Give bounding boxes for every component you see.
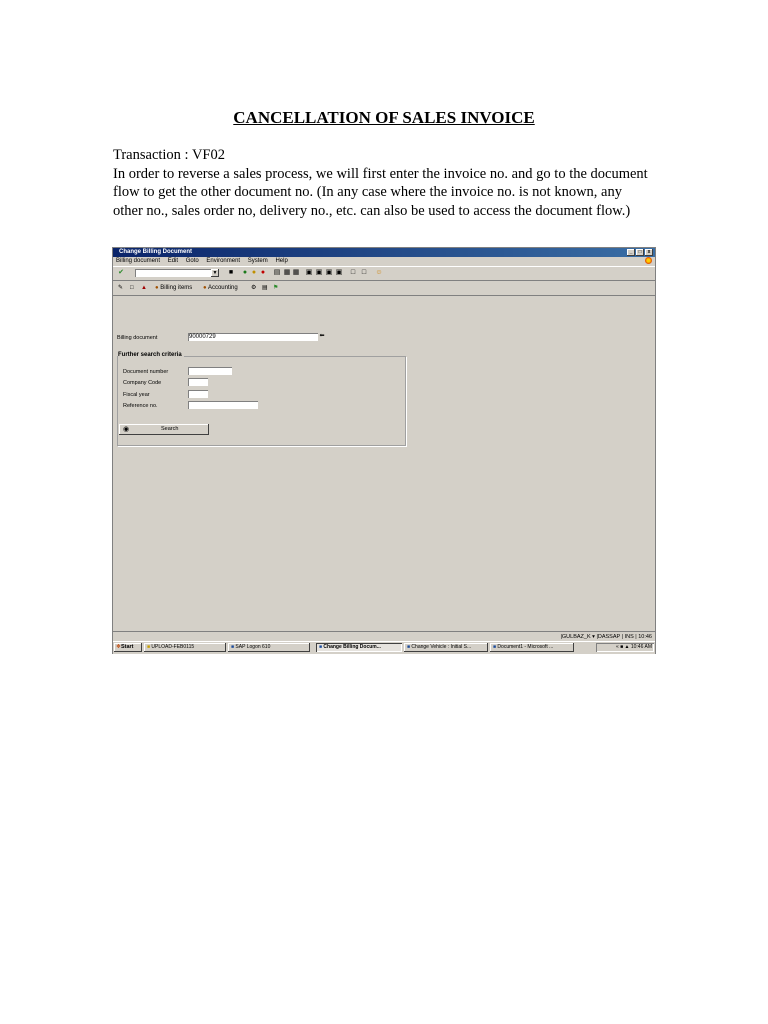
billing-items-label: Billing items bbox=[160, 285, 193, 291]
header-icon[interactable]: ▤ bbox=[262, 284, 268, 292]
tray-clock: 10:46 AM bbox=[630, 644, 652, 650]
matchcode-icon[interactable]: ⬅ bbox=[319, 332, 325, 341]
menu-environment[interactable]: Environment bbox=[206, 258, 240, 264]
close-button[interactable]: x bbox=[645, 249, 653, 256]
taskbar-item-upload[interactable]: ■ UPLOAD-FEB0115 bbox=[144, 643, 226, 652]
document-number-label: Document number bbox=[123, 369, 169, 375]
output-icon[interactable]: ⚙ bbox=[251, 284, 256, 292]
search-criteria-title: Further search criteria bbox=[118, 352, 184, 358]
billing-items-button[interactable]: ● Billing items bbox=[155, 284, 192, 292]
document-body: Transaction : VF02 In order to reverse a… bbox=[113, 146, 653, 220]
taskbar-item-change-billing[interactable]: ■ Change Billing Docum... bbox=[316, 643, 402, 652]
accounting-icon: ● bbox=[203, 285, 207, 291]
find-icon[interactable]: ▦ bbox=[283, 269, 291, 277]
print-icon[interactable]: ▤ bbox=[273, 269, 281, 277]
sap-menu-bar: Billing document Edit Goto Environment S… bbox=[113, 257, 655, 265]
document-icon[interactable]: □ bbox=[130, 284, 134, 292]
start-button[interactable]: ❖Start bbox=[114, 643, 142, 652]
sap-logon-icon: ■ bbox=[231, 644, 235, 650]
minimize-button[interactable]: _ bbox=[627, 249, 635, 256]
previous-page-icon[interactable]: ▣ bbox=[315, 269, 323, 277]
maximize-button[interactable]: □ bbox=[636, 249, 644, 256]
menu-goto[interactable]: Goto bbox=[186, 258, 199, 264]
find-next-icon[interactable]: ▦ bbox=[292, 269, 300, 277]
save-icon[interactable]: ■ bbox=[227, 269, 235, 277]
display-change-icon[interactable]: ✎ bbox=[118, 284, 123, 292]
transaction-line: Transaction : VF02 bbox=[113, 147, 225, 163]
reference-no-input[interactable] bbox=[188, 401, 258, 409]
document-number-input[interactable] bbox=[188, 367, 232, 375]
taskbar-item-label: Change Billing Docum... bbox=[323, 644, 381, 650]
billing-document-input[interactable]: 90000729 bbox=[188, 333, 318, 341]
search-button[interactable]: ◉ Search bbox=[119, 424, 209, 435]
accounting-label: Accounting bbox=[207, 285, 238, 291]
taskbar-item-label: UPLOAD-FEB0115 bbox=[151, 644, 195, 650]
command-field[interactable] bbox=[135, 269, 218, 277]
first-page-icon[interactable]: ▣ bbox=[305, 269, 313, 277]
menu-help[interactable]: Help bbox=[275, 258, 287, 264]
folder-icon: ■ bbox=[147, 644, 151, 650]
taskbar-item-label: Change Vehicle : Initial S... bbox=[411, 644, 472, 650]
window-controls: _ □ x bbox=[627, 249, 653, 256]
taskbar-item-label: SAP Logon 610 bbox=[235, 644, 271, 650]
standard-toolbar: ✔ ▼ ■ ● ● ● ▤ ▦ ▦ ▣ ▣ ▣ ▣ □ □ ☺ bbox=[113, 266, 655, 281]
sap-gui-icon: ■ bbox=[319, 644, 323, 650]
sap-title-bar: Change Billing Document _ □ x bbox=[113, 248, 655, 257]
billing-document-label: Billing document bbox=[117, 335, 158, 341]
company-code-input[interactable] bbox=[188, 378, 208, 386]
search-button-label: Search bbox=[161, 426, 179, 432]
reference-no-label: Reference no. bbox=[123, 403, 158, 409]
binoculars-icon: ◉ bbox=[123, 426, 130, 433]
new-session-icon[interactable]: □ bbox=[349, 269, 357, 277]
sap-logo-icon bbox=[645, 257, 652, 264]
menu-edit[interactable]: Edit bbox=[168, 258, 178, 264]
word-icon: ■ bbox=[493, 644, 497, 650]
last-page-icon[interactable]: ▣ bbox=[335, 269, 343, 277]
document-title: CANCELLATION OF SALES INVOICE bbox=[233, 108, 535, 127]
help-icon[interactable]: ☺ bbox=[375, 269, 383, 277]
exit-icon[interactable]: ● bbox=[250, 269, 258, 277]
company-code-label: Company Code bbox=[123, 380, 162, 386]
taskbar-item-document1[interactable]: ■ Document1 - Microsoft ... bbox=[490, 643, 574, 652]
sap-window-title: Change Billing Document bbox=[119, 249, 193, 255]
sap-gui-icon: ■ bbox=[407, 644, 411, 650]
taskbar-item-sap-logon[interactable]: ■ SAP Logon 610 bbox=[228, 643, 310, 652]
accounting-button[interactable]: ● Accounting bbox=[203, 284, 238, 292]
application-toolbar: ✎ □ ▲ ● Billing items ● Accounting ⚙ ▤ ⚑ bbox=[113, 281, 655, 296]
cancel-icon[interactable]: ● bbox=[259, 269, 267, 277]
sap-window-screenshot: Change Billing Document _ □ x Billing do… bbox=[113, 248, 655, 654]
taskbar-item-change-vehicle[interactable]: ■ Change Vehicle : Initial S... bbox=[404, 643, 488, 652]
next-page-icon[interactable]: ▣ bbox=[325, 269, 333, 277]
billing-items-icon: ● bbox=[155, 285, 159, 291]
start-label: Start bbox=[120, 644, 134, 650]
menu-billing-document[interactable]: Billing document bbox=[116, 258, 160, 264]
instruction-paragraph: In order to reverse a sales process, we … bbox=[113, 165, 648, 219]
system-tray: « ■ ▲ 10:46 AM bbox=[596, 643, 654, 652]
menu-system[interactable]: System bbox=[248, 258, 268, 264]
windows-taskbar: ❖Start ■ UPLOAD-FEB0115 ■ SAP Logon 610 … bbox=[113, 641, 655, 654]
back-icon[interactable]: ● bbox=[241, 269, 249, 277]
release-flag-icon[interactable]: ⚑ bbox=[273, 284, 278, 292]
shortcut-icon[interactable]: □ bbox=[360, 269, 368, 277]
document-flow-icon[interactable]: ▲ bbox=[141, 284, 147, 292]
taskbar-item-label: Document1 - Microsoft ... bbox=[497, 644, 554, 650]
fiscal-year-input[interactable] bbox=[188, 390, 208, 398]
tray-icons: « ■ ▲ bbox=[615, 644, 631, 650]
fiscal-year-label: Fiscal year bbox=[123, 392, 150, 398]
enter-check-icon[interactable]: ✔ bbox=[117, 269, 125, 277]
status-info: |GULBAZ_K ▾ |DASSAP | INS | 10:46 bbox=[560, 634, 652, 640]
command-dropdown-icon[interactable]: ▼ bbox=[211, 269, 219, 277]
